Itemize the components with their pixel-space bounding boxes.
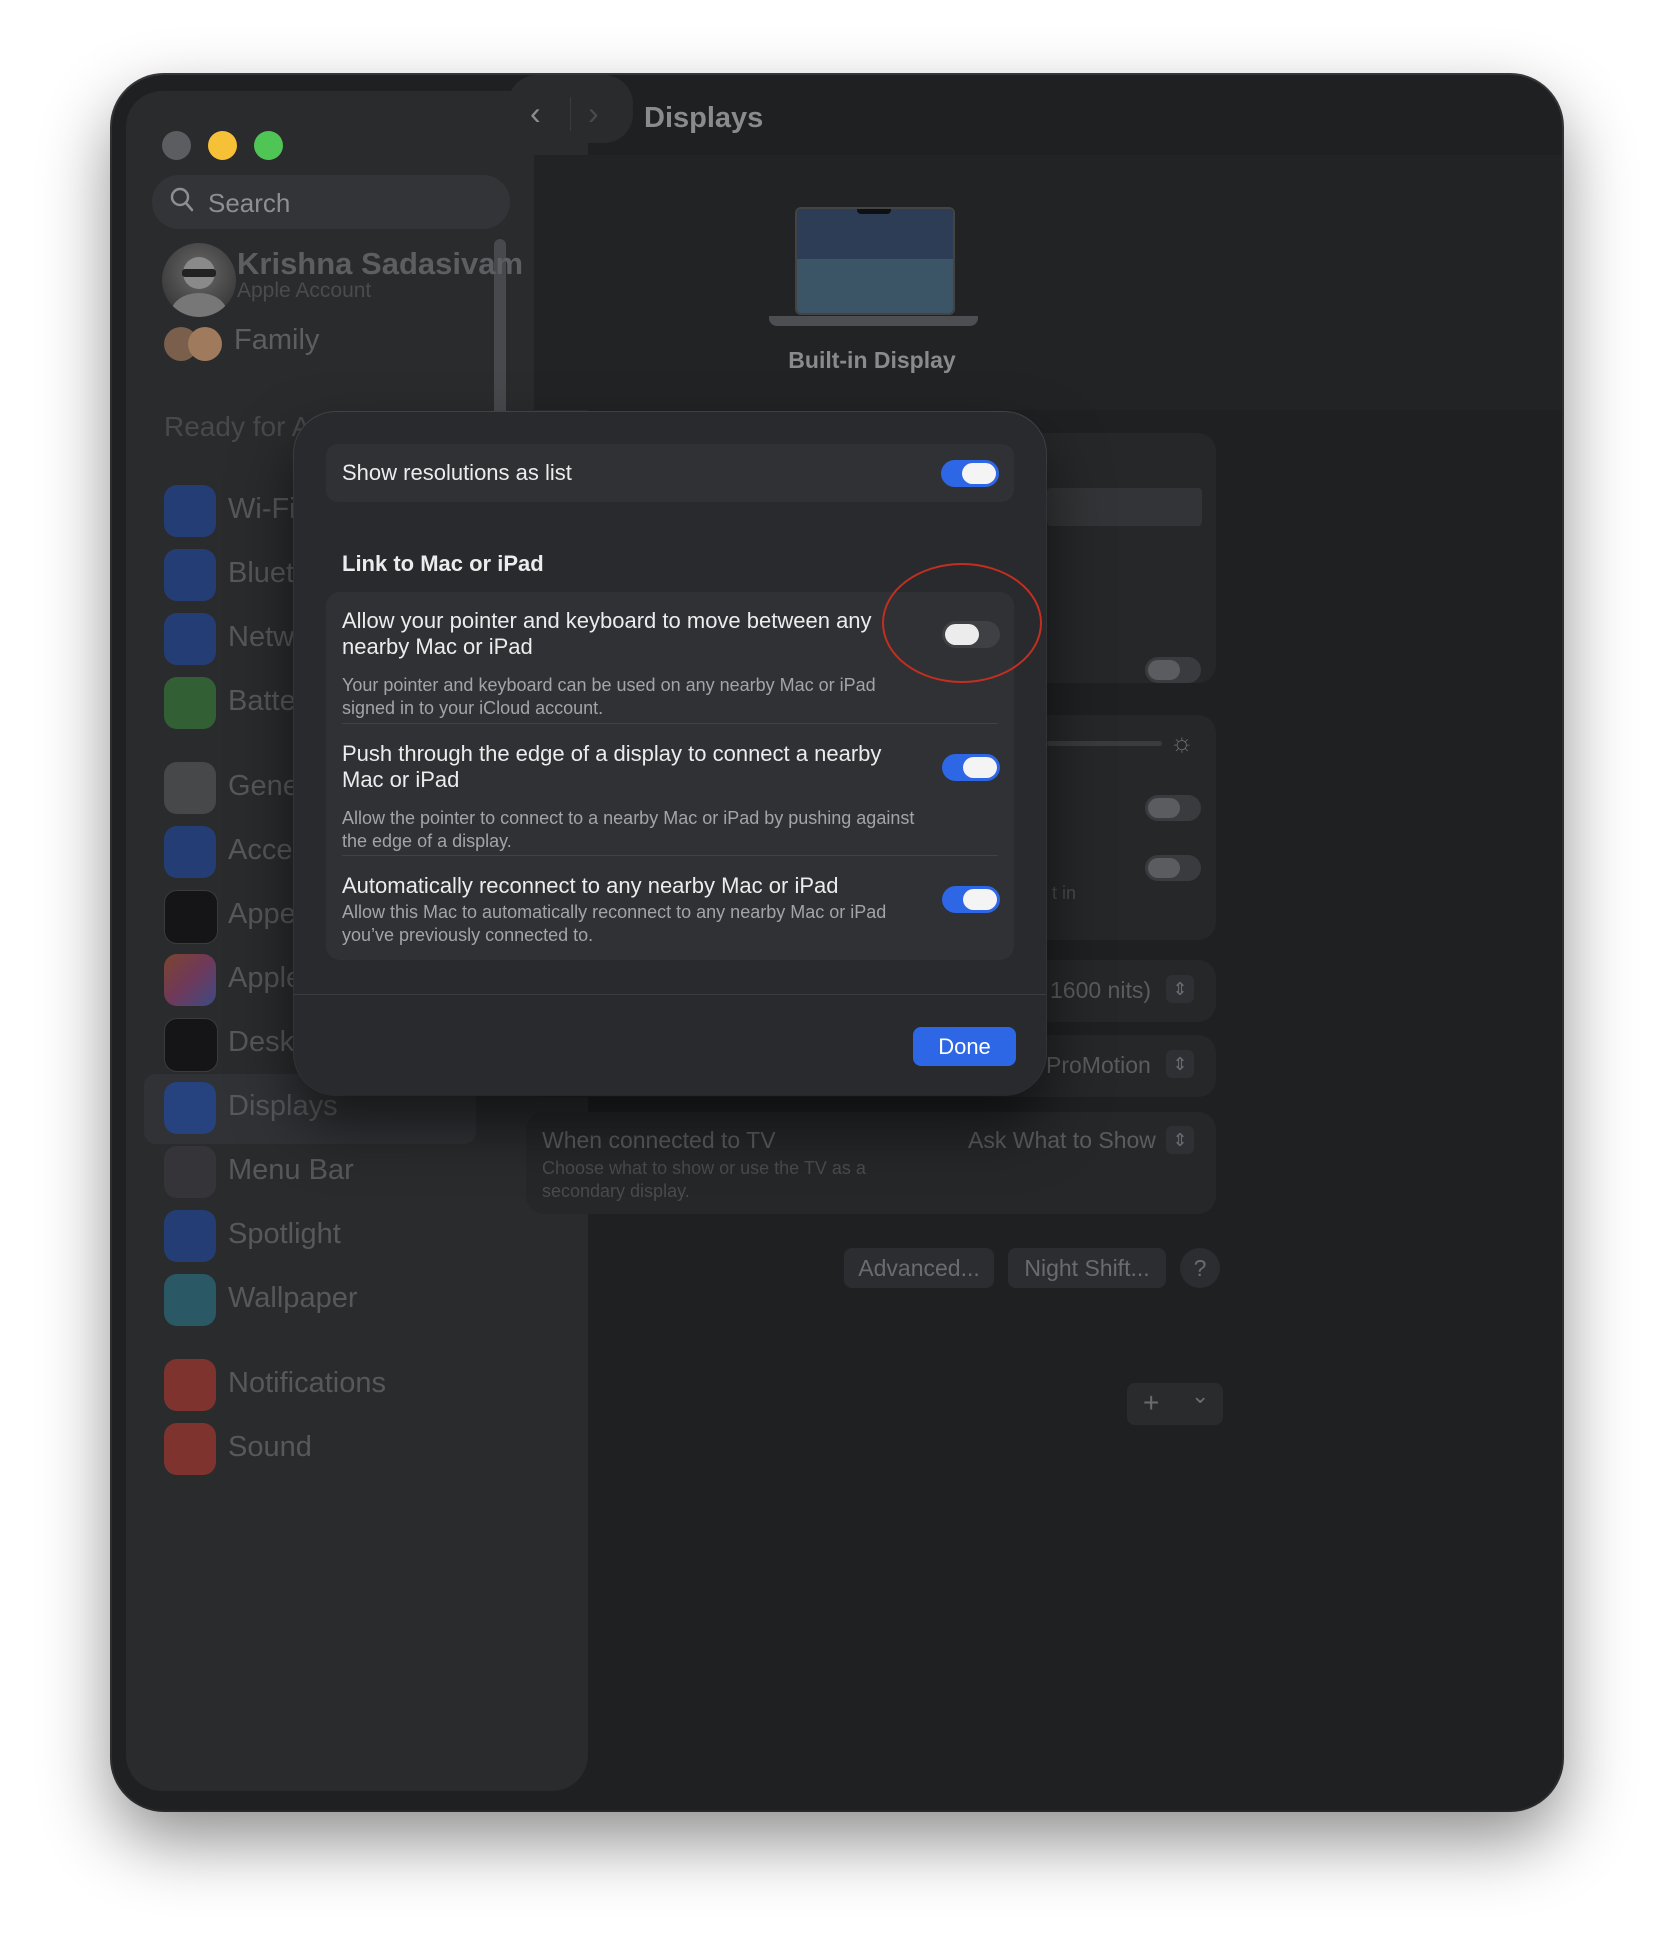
option-title: Push through the edge of a display to co… <box>342 741 882 792</box>
wallpaper-icon <box>164 1274 216 1326</box>
dock-icon <box>164 1018 218 1072</box>
tv-value[interactable]: Ask What to Show <box>968 1127 1156 1154</box>
option-description: Your pointer and keyboard can be used on… <box>342 675 876 718</box>
spotlight-icon <box>164 1210 216 1262</box>
sidebar-item-label: Sound <box>228 1431 312 1463</box>
option-description: Allow the pointer to connect to a nearby… <box>342 808 915 851</box>
sidebar-item-label: Menu Bar <box>228 1154 354 1186</box>
brightness-sun-icon: ☼ <box>1170 727 1194 757</box>
show-resolutions-toggle[interactable] <box>941 460 999 487</box>
divider <box>342 723 998 724</box>
back-button[interactable]: ‹ <box>530 95 541 132</box>
add-display-control: + ⌄ <box>1127 1383 1223 1425</box>
gear-icon <box>164 762 216 814</box>
add-button[interactable]: + <box>1143 1387 1159 1419</box>
option-row-auto-reconnect: Automatically reconnect to any nearby Ma… <box>342 873 1002 953</box>
preset-value[interactable]: 1600 nits) <box>1050 977 1151 1004</box>
annotation-circle <box>882 563 1042 683</box>
search-icon <box>170 187 194 218</box>
show-resolutions-label: Show resolutions as list <box>342 460 572 485</box>
camera-notch <box>857 209 891 214</box>
accessibility-icon <box>164 826 216 878</box>
family-avatar-2 <box>188 327 222 361</box>
sidebar-item-label: Notifications <box>228 1367 386 1399</box>
refresh-rate-value[interactable]: ProMotion <box>1046 1052 1151 1079</box>
resolution-selection[interactable] <box>1047 488 1202 526</box>
show-resolutions-row: Show resolutions as list <box>326 444 1014 502</box>
avatar[interactable] <box>162 243 236 317</box>
display-thumbnail[interactable] <box>795 207 955 315</box>
brightness-slider[interactable] <box>1047 741 1162 746</box>
display-name: Built-in Display <box>788 347 956 373</box>
globe-icon <box>164 613 216 665</box>
sidebar-item-family[interactable]: Family <box>234 324 319 357</box>
appearance-icon <box>164 890 218 944</box>
nav-divider <box>570 97 571 131</box>
background-toggle-2[interactable] <box>1145 795 1201 821</box>
sidebar-item-label: Displays <box>228 1090 338 1122</box>
sidebar-item-label: Spotlight <box>228 1218 341 1250</box>
sidebar-item-notifications[interactable]: Notifications <box>156 1351 576 1421</box>
footer-divider <box>294 994 1046 995</box>
battery-icon <box>164 677 216 729</box>
speaker-icon <box>164 1423 216 1475</box>
section-title: Link to Mac or iPad <box>342 551 544 576</box>
help-button[interactable]: ? <box>1180 1248 1220 1288</box>
refresh-chevron-icon[interactable]: ⇕ <box>1166 1050 1194 1078</box>
page-title: Displays <box>644 102 764 134</box>
nav-pill: ‹ › <box>508 85 633 143</box>
wallpaper-sky <box>797 209 953 259</box>
bluetooth-icon <box>164 549 216 601</box>
bell-icon <box>164 1359 216 1411</box>
zoom-window-button[interactable] <box>254 131 283 160</box>
link-settings-sheet: Show resolutions as list Link to Mac or … <box>294 412 1046 1095</box>
account-subtitle: Apple Account <box>237 279 372 302</box>
menubar-icon <box>164 1146 216 1198</box>
tv-chevron-icon[interactable]: ⇕ <box>1166 1126 1194 1154</box>
menu-chevron-icon[interactable]: ⌄ <box>1191 1383 1209 1409</box>
sun-icon <box>164 1082 216 1134</box>
push-through-edge-toggle[interactable] <box>942 754 1000 781</box>
sidebar-item-label: Wi-Fi <box>228 493 296 525</box>
divider <box>342 855 998 856</box>
wifi-icon <box>164 485 216 537</box>
forward-button[interactable]: › <box>588 95 599 132</box>
sidebar-item-wallpaper[interactable]: Wallpaper <box>156 1266 576 1336</box>
laptop-base <box>769 316 978 326</box>
tv-title: When connected to TV <box>542 1127 776 1153</box>
close-window-button[interactable] <box>162 131 191 160</box>
apple-intelligence-icon <box>164 954 216 1006</box>
preset-chevron-icon[interactable]: ⇕ <box>1166 975 1194 1003</box>
wallpaper-lake <box>797 259 953 313</box>
option-title: Allow your pointer and keyboard to move … <box>342 608 872 659</box>
sidebar-item-label: Wallpaper <box>228 1282 358 1314</box>
background-toggle-1[interactable] <box>1145 657 1201 683</box>
background-toggle-3[interactable] <box>1145 855 1201 881</box>
auto-reconnect-toggle[interactable] <box>942 886 1000 913</box>
sidebar-item-spotlight[interactable]: Spotlight <box>156 1202 576 1272</box>
search-placeholder: Search <box>208 188 291 218</box>
search-field[interactable]: Search <box>152 175 510 229</box>
minimize-window-button[interactable] <box>208 131 237 160</box>
sidebar-item-sound[interactable]: Sound <box>156 1415 576 1485</box>
option-description: Allow this Mac to automatically reconnec… <box>342 902 887 945</box>
done-button[interactable]: Done <box>913 1027 1016 1066</box>
option-row-push-through-edge: Push through the edge of a display to co… <box>342 741 1002 851</box>
partial-description: t in <box>1052 883 1077 903</box>
account-name[interactable]: Krishna Sadasivam <box>237 246 523 282</box>
option-title: Automatically reconnect to any nearby Ma… <box>342 873 839 898</box>
sidebar-item-menu-bar[interactable]: Menu Bar <box>156 1138 576 1208</box>
advanced-button[interactable]: Advanced... <box>844 1248 994 1288</box>
night-shift-button[interactable]: Night Shift... <box>1008 1248 1166 1288</box>
display-arrangement-panel <box>534 155 1562 410</box>
tv-description: Choose what to show or use the TV as a s… <box>542 1158 866 1201</box>
